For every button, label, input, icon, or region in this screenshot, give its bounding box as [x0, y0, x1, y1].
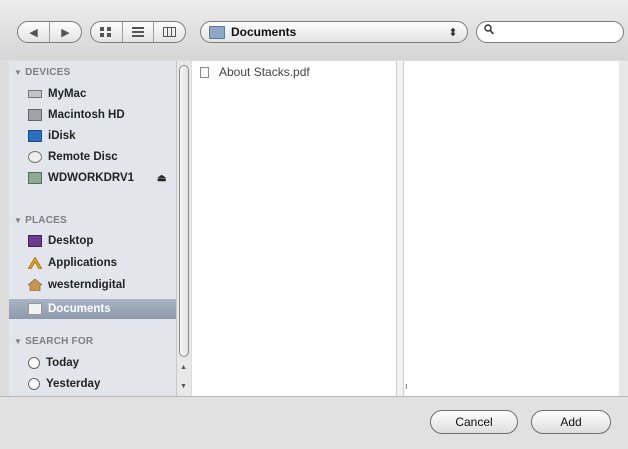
- cancel-button[interactable]: Cancel: [430, 410, 518, 434]
- sidebar-item-label: Applications: [48, 257, 118, 269]
- places-header-label: PLACES: [25, 215, 67, 226]
- sidebar-item-wdworkdrv1[interactable]: WDWORKDRV1 ⏏: [9, 168, 176, 188]
- scroll-up-arrow-icon[interactable]: ▲: [180, 364, 187, 371]
- clock-icon: [28, 357, 40, 369]
- sidebar: ▼ DEVICES MyMac Macintosh HD iDisk Remote…: [9, 61, 176, 396]
- icon-view-icon: [100, 27, 112, 37]
- sidebar-item-westerndigital[interactable]: westerndigital: [9, 275, 176, 295]
- pdf-document-icon: [200, 66, 209, 78]
- desktop-icon: [28, 235, 42, 247]
- popup-arrows-icon: ⬍: [448, 26, 458, 39]
- open-dialog: ◀ ▶ Documents ⬍ ▼ DEVICES MyMac Macintos…: [0, 0, 628, 449]
- forward-button[interactable]: ▶: [49, 22, 81, 42]
- scroll-down-arrow-icon[interactable]: ▼: [180, 383, 187, 390]
- forward-arrow-icon: ▶: [61, 26, 70, 39]
- sidebar-item-idisk[interactable]: iDisk: [9, 126, 176, 146]
- sidebar-item-yesterday[interactable]: Yesterday: [9, 374, 176, 394]
- view-mode-selector: [90, 21, 186, 43]
- sidebar-item-label: Yesterday: [46, 378, 101, 390]
- browser-column-2: ı: [404, 61, 619, 396]
- list-view-button[interactable]: [121, 22, 154, 42]
- sidebar-scrollbar[interactable]: ▲ ▼: [176, 61, 191, 396]
- idisk-icon: [28, 130, 42, 142]
- documents-folder-icon: [28, 303, 42, 315]
- external-drive-icon: [28, 172, 42, 184]
- places-header[interactable]: ▼ PLACES: [14, 215, 67, 226]
- disc-icon: [28, 151, 42, 163]
- column-view-button[interactable]: [153, 22, 185, 42]
- sidebar-item-label: Macintosh HD: [48, 109, 125, 121]
- icon-view-button[interactable]: [91, 22, 122, 42]
- sidebar-item-label: MyMac: [48, 88, 87, 100]
- browser-column-1: About Stacks.pdf: [192, 61, 397, 396]
- disclosure-triangle-icon: ▼: [14, 68, 23, 77]
- column-divider[interactable]: [397, 61, 404, 396]
- sidebar-item-remote-disc[interactable]: Remote Disc: [9, 147, 176, 167]
- file-row[interactable]: About Stacks.pdf: [200, 64, 310, 80]
- applications-icon: [27, 256, 43, 270]
- folder-icon: [209, 25, 225, 39]
- eject-icon[interactable]: ⏏: [157, 173, 166, 184]
- disclosure-triangle-icon: ▼: [14, 216, 23, 225]
- location-popup-label: Documents: [201, 22, 439, 42]
- sidebar-item-documents[interactable]: Documents: [9, 299, 176, 319]
- sidebar-item-mymac[interactable]: MyMac: [9, 84, 176, 104]
- navigation-buttons: ◀ ▶: [17, 21, 82, 43]
- search-for-header-label: SEARCH FOR: [25, 336, 94, 347]
- hard-drive-icon: [28, 109, 42, 121]
- sidebar-item-macintosh-hd[interactable]: Macintosh HD: [9, 105, 176, 125]
- sidebar-item-label: WDWORKDRV1: [48, 172, 135, 184]
- list-view-icon: [132, 27, 144, 37]
- clock-icon: [28, 378, 40, 390]
- column-resize-mark[interactable]: ı: [405, 381, 408, 391]
- sidebar-item-label: Documents: [48, 303, 111, 315]
- scrollbar-thumb[interactable]: [179, 65, 189, 357]
- sidebar-item-label: westerndigital: [48, 279, 126, 291]
- disclosure-triangle-icon: ▼: [14, 337, 23, 346]
- search-icon: [484, 24, 494, 38]
- back-button[interactable]: ◀: [18, 22, 49, 42]
- sidebar-item-label: Remote Disc: [48, 151, 118, 163]
- file-name: About Stacks.pdf: [219, 65, 310, 79]
- sidebar-item-label: iDisk: [48, 130, 76, 142]
- sidebar-item-label: Today: [46, 357, 80, 369]
- sidebar-item-applications[interactable]: Applications: [9, 253, 176, 273]
- add-button[interactable]: Add: [531, 410, 611, 434]
- computer-icon: [28, 90, 42, 98]
- sidebar-item-label: Desktop: [48, 235, 94, 247]
- column-view-icon: [163, 27, 177, 37]
- window-edge: [619, 61, 628, 396]
- location-text: Documents: [231, 25, 297, 39]
- devices-header-label: DEVICES: [25, 67, 71, 78]
- search-field[interactable]: [476, 21, 624, 43]
- location-popup[interactable]: Documents ⬍: [200, 21, 468, 43]
- search-input[interactable]: [499, 24, 621, 41]
- search-for-header[interactable]: ▼ SEARCH FOR: [14, 336, 93, 347]
- sidebar-item-today[interactable]: Today: [9, 353, 176, 373]
- devices-header[interactable]: ▼ DEVICES: [14, 67, 70, 78]
- home-icon: [27, 278, 43, 292]
- toolbar: ◀ ▶ Documents ⬍: [0, 0, 628, 60]
- sidebar-item-desktop[interactable]: Desktop: [9, 231, 176, 251]
- button-bar: Cancel Add: [0, 396, 628, 449]
- back-arrow-icon: ◀: [29, 26, 38, 39]
